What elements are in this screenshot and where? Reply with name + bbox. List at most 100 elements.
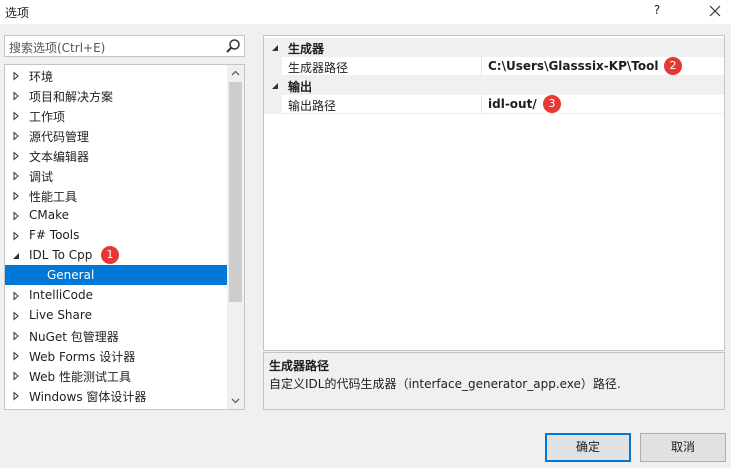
tree-item[interactable]: 性能工具 — [5, 185, 227, 205]
property-value[interactable]: idl-out/ — [488, 97, 537, 111]
scroll-thumb[interactable] — [229, 82, 242, 302]
window-title: 选项 — [5, 6, 30, 20]
collapsed-arrow[interactable] — [11, 105, 23, 125]
collapsed-arrow-icon[interactable] — [11, 211, 21, 221]
cancel-button[interactable]: 取消 — [640, 433, 726, 462]
collapsed-arrow-icon[interactable] — [11, 311, 21, 321]
collapsed-arrow[interactable] — [11, 325, 23, 345]
collapsed-arrow-icon[interactable] — [11, 391, 21, 401]
collapsed-arrow-icon[interactable] — [11, 171, 21, 181]
tree-item[interactable]: Web 性能测试工具 — [5, 365, 227, 385]
property-margin — [264, 57, 282, 76]
tree-item-label: F# Tools — [29, 228, 80, 242]
category-expand-icon[interactable] — [270, 81, 280, 91]
tree-item-label: IntelliCode — [29, 288, 93, 302]
property-value[interactable]: C:\Users\Glasssix-KP\Tool — [488, 59, 658, 73]
collapsed-arrow-icon[interactable] — [11, 111, 21, 121]
collapsed-arrow[interactable] — [11, 345, 23, 365]
collapsed-arrow[interactable] — [11, 165, 23, 185]
tree-item[interactable]: F# Tools — [5, 225, 227, 245]
collapsed-arrow[interactable] — [11, 225, 23, 245]
property-row[interactable]: 生成器路径 C:\Users\Glasssix-KP\Tool 2 — [264, 57, 724, 76]
collapsed-arrow[interactable] — [11, 385, 23, 405]
row-separator — [282, 113, 724, 114]
tree-item[interactable]: 源代码管理 — [5, 125, 227, 145]
tree-item[interactable]: IDL To Cpp 1 — [5, 245, 227, 265]
tree-item-label: 工作项 — [29, 110, 66, 124]
scroll-down-icon[interactable] — [227, 392, 244, 409]
collapsed-arrow-icon[interactable] — [11, 91, 21, 101]
tree-item[interactable]: Live Share — [5, 305, 227, 325]
title-bar: 选项 ? — [0, 0, 731, 24]
tree-item[interactable]: 项目和解决方案 — [5, 85, 227, 105]
collapsed-arrow-icon[interactable] — [11, 131, 21, 141]
tree-item-label: 源代码管理 — [29, 130, 90, 144]
tree-item[interactable]: 文本编辑器 — [5, 145, 227, 165]
scroll-up-icon[interactable] — [227, 65, 244, 82]
tree-item[interactable]: 环境 — [5, 65, 227, 85]
tree-item-label: Live Share — [29, 308, 92, 322]
tree-item-label: 项目和解决方案 — [29, 90, 114, 104]
ok-button[interactable]: 确定 — [545, 433, 631, 462]
category-label: 生成器 — [288, 42, 325, 56]
collapsed-arrow[interactable] — [11, 65, 23, 85]
collapsed-arrow-icon[interactable] — [11, 151, 21, 161]
annotation-badge: 1 — [101, 246, 119, 264]
collapsed-arrow-icon[interactable] — [11, 231, 21, 241]
collapsed-arrow[interactable] — [11, 285, 23, 305]
close-button[interactable] — [701, 0, 727, 22]
category-header[interactable]: 输出 — [264, 76, 724, 95]
collapsed-arrow[interactable] — [11, 365, 23, 385]
tree-item[interactable]: Web Forms 设计器 — [5, 345, 227, 365]
search-placeholder: 搜索选项(Ctrl+E) — [9, 41, 106, 55]
collapsed-arrow[interactable] — [11, 125, 23, 145]
expanded-arrow-icon[interactable] — [11, 251, 21, 261]
options-tree[interactable]: 环境项目和解决方案 工作项源代码管理文本编辑器调试性能工具 CMake F# Tool… — [4, 64, 245, 410]
search-icon[interactable] — [225, 38, 241, 54]
collapsed-arrow-icon[interactable] — [11, 331, 21, 341]
tree-item-label: General — [47, 268, 95, 282]
collapsed-arrow[interactable] — [11, 145, 23, 165]
collapsed-arrow-icon[interactable] — [11, 291, 21, 301]
collapsed-arrow-icon[interactable] — [11, 351, 21, 361]
tree-item-label: NuGet 包管理器 — [29, 330, 119, 344]
tree-item[interactable]: General — [5, 265, 227, 285]
tree-item[interactable]: 工作项 — [5, 105, 227, 125]
search-input[interactable]: 搜索选项(Ctrl+E) — [4, 35, 245, 57]
tree-item[interactable]: Windows 窗体设计器 — [5, 385, 227, 405]
tree-item[interactable]: CMake — [5, 205, 227, 225]
description-text: 自定义IDL的代码生成器（interface_generator_app.exe… — [269, 377, 621, 391]
property-margin — [264, 95, 282, 114]
tree-item-label: 文本编辑器 — [29, 150, 90, 164]
help-button[interactable]: ? — [644, 0, 670, 22]
category-expand-icon[interactable] — [270, 43, 280, 53]
collapsed-arrow[interactable] — [11, 305, 23, 325]
tree-item-label: CMake — [29, 208, 69, 222]
collapsed-arrow[interactable] — [11, 85, 23, 105]
category-label: 输出 — [288, 80, 313, 94]
expanded-arrow[interactable] — [11, 245, 23, 265]
collapsed-arrow[interactable] — [11, 205, 23, 225]
tree-item[interactable]: IntelliCode — [5, 285, 227, 305]
collapsed-arrow-icon[interactable] — [11, 71, 21, 81]
collapsed-arrow[interactable] — [11, 185, 23, 205]
collapsed-arrow-icon[interactable] — [11, 191, 21, 201]
tree-item[interactable]: 调试 — [5, 165, 227, 185]
column-divider — [481, 95, 482, 114]
property-name: 输出路径 — [288, 99, 337, 113]
tree-item[interactable]: NuGet 包管理器 — [5, 325, 227, 345]
annotation-badge: 2 — [664, 57, 682, 75]
property-grid[interactable]: 生成器 生成器路径 C:\Users\Glasssix-KP\Tool 2 输出 输出路径… — [263, 35, 725, 351]
tree-item-label: Web 性能测试工具 — [29, 370, 131, 384]
description-panel: 生成器路径 自定义IDL的代码生成器（interface_generator_a… — [263, 352, 725, 410]
tree-item-label: 调试 — [29, 170, 54, 184]
tree-item-label: Web Forms 设计器 — [29, 350, 136, 364]
property-row[interactable]: 输出路径 idl-out/3 — [264, 95, 724, 114]
collapsed-arrow-icon[interactable] — [11, 371, 21, 381]
category-header[interactable]: 生成器 — [264, 38, 724, 57]
tree-item-label: Windows 窗体设计器 — [29, 390, 147, 404]
tree-item-label: IDL To Cpp — [29, 248, 93, 262]
tree-scrollbar[interactable] — [227, 65, 244, 409]
tree-item-label: 性能工具 — [29, 190, 78, 204]
column-divider — [481, 57, 482, 76]
